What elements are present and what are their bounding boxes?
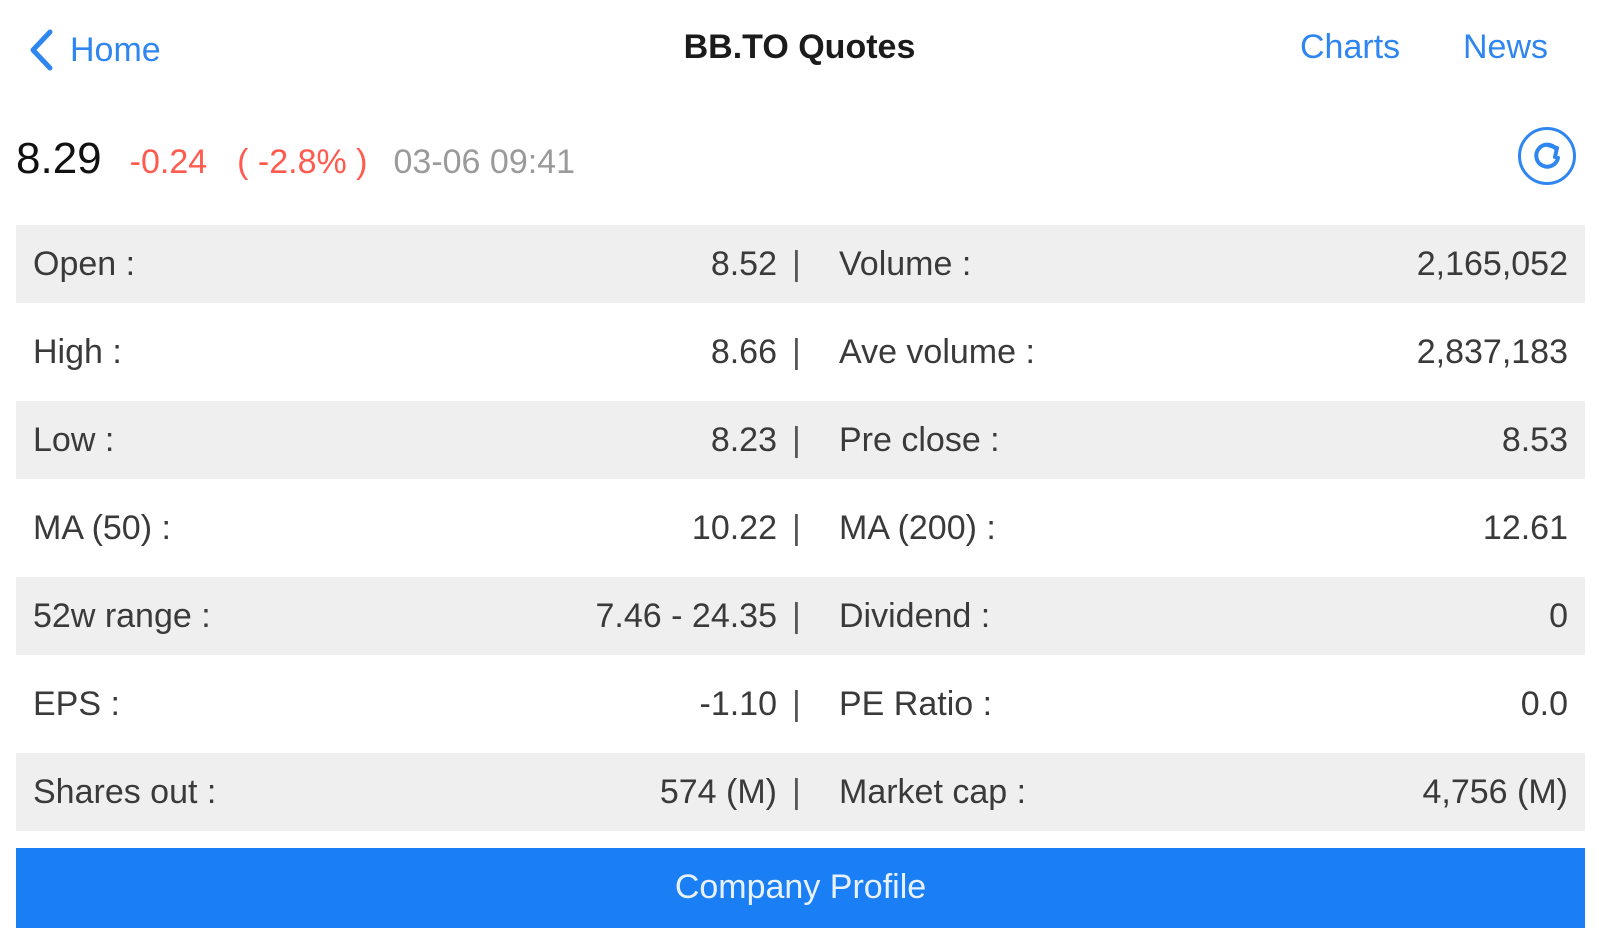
stat-value: 574 (M) bbox=[659, 772, 777, 811]
stat-label: Market cap : bbox=[839, 772, 1027, 811]
stat-value: 8.23 bbox=[710, 420, 777, 459]
stat-value: 7.46 - 24.35 bbox=[595, 596, 777, 635]
stat-value: 8.52 bbox=[710, 244, 777, 283]
refresh-button[interactable] bbox=[1518, 127, 1576, 185]
stat-separator: | bbox=[792, 596, 801, 635]
stats-row-ma: MA (50) : 10.22 | MA (200) : 12.61 bbox=[16, 489, 1585, 567]
stat-value: 8.66 bbox=[710, 332, 777, 371]
stat-value: 2,837,183 bbox=[1416, 332, 1568, 371]
stats-row-open-volume: Open : 8.52 | Volume : 2,165,052 bbox=[16, 225, 1585, 303]
quote-summary: 8.29 -0.24 ( -2.8% ) 03-06 09:41 bbox=[16, 134, 575, 194]
last-price: 8.29 bbox=[16, 134, 102, 183]
stat-label: MA (200) : bbox=[839, 508, 996, 547]
price-change-percent: ( -2.8% ) bbox=[237, 143, 368, 181]
stat-label: PE Ratio : bbox=[839, 684, 993, 723]
stats-row-shares-marketcap: Shares out : 574 (M) | Market cap : 4,75… bbox=[16, 753, 1585, 831]
stat-label: High : bbox=[33, 332, 122, 371]
stat-label: Shares out : bbox=[33, 772, 217, 811]
stats-row-low-preclose: Low : 8.23 | Pre close : 8.53 bbox=[16, 401, 1585, 479]
quote-timestamp: 03-06 09:41 bbox=[393, 143, 576, 181]
stat-separator: | bbox=[792, 332, 801, 371]
stat-value: 4,756 (M) bbox=[1422, 772, 1569, 811]
stat-value: -1.10 bbox=[699, 684, 778, 723]
stat-label: Pre close : bbox=[839, 420, 1000, 459]
stats-row-high-avevolume: High : 8.66 | Ave volume : 2,837,183 bbox=[16, 313, 1585, 391]
stat-separator: | bbox=[792, 772, 801, 811]
stat-separator: | bbox=[792, 244, 801, 283]
stats-row-eps-pe: EPS : -1.10 | PE Ratio : 0.0 bbox=[16, 665, 1585, 743]
stat-value: 2,165,052 bbox=[1416, 244, 1568, 283]
price-change: -0.24 bbox=[129, 143, 208, 181]
stat-value: 0 bbox=[1549, 596, 1568, 635]
stat-label: Dividend : bbox=[839, 596, 991, 635]
charts-link[interactable]: Charts bbox=[1300, 28, 1400, 67]
stats-row-range-dividend: 52w range : 7.46 - 24.35 | Dividend : 0 bbox=[16, 577, 1585, 655]
stat-label: Volume : bbox=[839, 244, 972, 283]
refresh-icon bbox=[1534, 142, 1560, 169]
stat-separator: | bbox=[792, 508, 801, 547]
nav-bar: Home BB.TO Quotes Charts News bbox=[0, 0, 1599, 100]
stat-label: Ave volume : bbox=[839, 332, 1035, 371]
stat-value: 10.22 bbox=[691, 508, 777, 547]
stat-label: MA (50) : bbox=[33, 508, 171, 547]
stat-value: 8.53 bbox=[1501, 420, 1568, 459]
stat-value: 0.0 bbox=[1520, 684, 1568, 723]
stats-table: Open : 8.52 | Volume : 2,165,052 High : … bbox=[16, 225, 1585, 841]
company-profile-button[interactable]: Company Profile bbox=[16, 848, 1585, 928]
stat-label: EPS : bbox=[33, 684, 120, 723]
stat-label: Low : bbox=[33, 420, 115, 459]
stat-label: 52w range : bbox=[33, 596, 211, 635]
stat-separator: | bbox=[792, 420, 801, 459]
stat-value: 12.61 bbox=[1482, 508, 1568, 547]
stat-label: Open : bbox=[33, 244, 136, 283]
news-link[interactable]: News bbox=[1463, 28, 1548, 67]
stat-separator: | bbox=[792, 684, 801, 723]
